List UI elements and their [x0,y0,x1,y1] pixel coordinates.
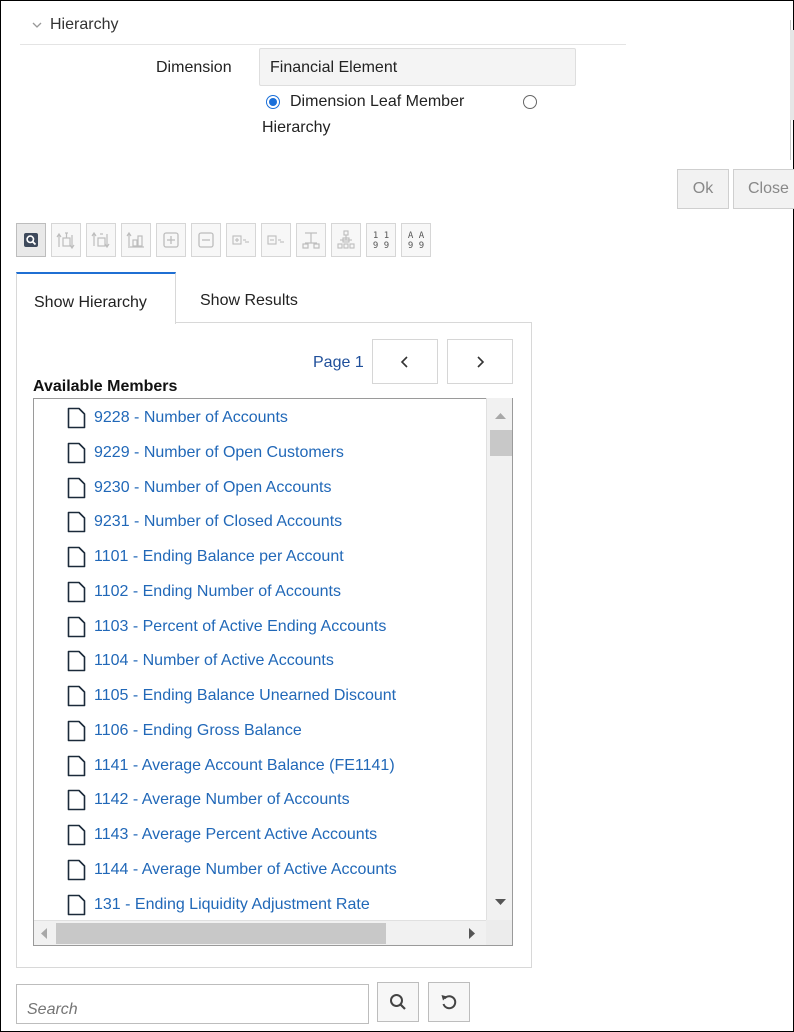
member-list-item[interactable]: 1143 - Average Percent Active Accounts [67,822,377,848]
member-list-item[interactable]: 1104 - Number of Active Accounts [67,648,334,674]
chevron-left-icon [400,355,408,368]
document-icon [67,616,86,637]
member-list-item[interactable]: 9230 - Number of Open Accounts [67,475,331,501]
active-tab-gap [17,321,175,324]
next-page-button[interactable] [447,339,513,384]
radio-leaf-member[interactable] [266,95,280,109]
member-label: 9228 - Number of Accounts [94,409,288,426]
document-icon [67,477,86,498]
member-label: 131 - Ending Liquidity Adjustment Rate [94,895,370,913]
document-icon [67,442,86,464]
member-list-item[interactable]: 1106 - Ending Gross Balance [67,718,302,744]
member-list-item[interactable]: 131 - Ending Liquidity Adjustment Rate [67,892,370,918]
previous-page-button[interactable] [372,339,438,384]
member-label: 1105 - Ending Balance Unearned Discount [94,687,397,704]
search-button[interactable] [377,982,419,1022]
ok-button[interactable]: Ok [677,169,729,209]
tab-show-results[interactable]: Show Results [200,292,298,310]
member-list-item[interactable]: 9228 - Number of Accounts [67,405,288,431]
member-label: 1103 - Percent of Active Ending Accounts [94,617,387,635]
member-list-item[interactable]: 1101 - Ending Balance per Account [67,544,344,570]
member-label: 9230 - Number of Open Accounts [94,478,332,496]
scroll-down-icon[interactable] [495,898,506,906]
close-button[interactable]: Close [733,169,794,209]
horizontal-scroll-thumb[interactable] [56,923,386,944]
available-members-heading: Available Members [33,378,178,395]
member-label: 1144 - Average Number of Active Accounts [94,860,397,878]
scroll-up-icon[interactable] [495,412,506,420]
document-icon [67,511,86,533]
scroll-right-icon[interactable] [468,928,475,939]
sort-alpha-icon[interactable]: A A9 9 [401,223,431,257]
member-list-item[interactable]: 9229 - Number of Open Customers [67,440,344,466]
move-out-icon[interactable] [121,223,151,257]
right-scroll-track[interactable] [790,30,794,120]
show-branch-icon[interactable] [331,223,361,257]
document-icon [67,720,86,742]
member-label: 1142 - Average Number of Accounts [94,791,350,809]
document-icon [67,824,86,846]
reset-icon [441,995,457,1010]
svg-text:9 9: 9 9 [373,241,389,251]
svg-text:A A: A A [408,231,425,241]
document-icon [67,546,86,568]
document-icon [67,650,86,672]
section-title: Hierarchy [50,16,119,33]
member-label: 1104 - Number of Active Accounts [94,652,334,670]
document-icon [67,407,86,429]
reset-button[interactable] [428,982,470,1022]
member-label: 9231 - Number of Closed Accounts [94,513,343,531]
member-list-item[interactable]: 1142 - Average Number of Accounts [67,787,350,813]
member-label: 1101 - Ending Balance per Account [94,548,344,565]
expand-icon[interactable] [156,223,186,257]
chevron-right-icon [477,355,485,368]
document-icon [67,894,86,915]
member-label: 1106 - Ending Gross Balance [94,721,302,739]
sort-numeric-icon[interactable]: 1 19 9 [366,223,396,257]
document-icon [67,789,86,811]
chevron-down-icon [32,22,42,28]
document-icon [67,755,86,776]
radio-hierarchy[interactable] [523,95,537,109]
horizontal-scrollbar[interactable] [34,920,486,945]
member-label: 1102 - Ending Number of Accounts [94,582,341,600]
vertical-scrollbar[interactable] [486,398,512,920]
search-view-icon[interactable] [16,223,46,257]
tab-show-hierarchy[interactable]: Show Hierarchy [16,272,176,324]
move-in-icon[interactable] [86,223,116,257]
scroll-left-icon[interactable] [41,928,48,939]
collapse-branch-icon[interactable] [261,223,291,257]
radio-hierarchy-label: Hierarchy [262,119,331,136]
member-label: 1141 - Average Account Balance (FE1141) [94,756,395,774]
search-icon [390,994,406,1010]
move-up-icon[interactable] [51,223,81,257]
collapse-icon[interactable] [191,223,221,257]
member-list-item[interactable]: 1105 - Ending Balance Unearned Discount [67,683,396,709]
member-list-item[interactable]: 9231 - Number of Closed Accounts [67,509,342,535]
member-list-item[interactable]: 1103 - Percent of Active Ending Accounts [67,614,386,640]
hierarchy-section-header[interactable]: Hierarchy [32,16,118,34]
show-top-icon[interactable] [296,223,326,257]
member-label: 1143 - Average Percent Active Accounts [94,826,378,843]
dimension-field[interactable]: Financial Element [259,48,576,86]
member-label: 9229 - Number of Open Customers [94,443,344,461]
search-input[interactable] [16,984,369,1024]
svg-text:1 1: 1 1 [373,231,389,241]
document-icon [67,581,86,603]
member-list-item[interactable]: 1102 - Ending Number of Accounts [67,579,341,605]
vertical-scroll-thumb[interactable] [490,430,512,456]
scrollbar-corner [486,920,512,945]
member-list-item[interactable]: 1144 - Average Number of Active Accounts [67,857,397,883]
svg-text:9 9: 9 9 [408,241,424,251]
section-divider [20,44,626,45]
dimension-label: Dimension [156,59,232,76]
page-label: Page 1 [313,354,364,371]
document-icon [67,859,86,881]
radio-leaf-member-label: Dimension Leaf Member [290,93,465,110]
document-icon [67,685,86,707]
member-list-item[interactable]: 1141 - Average Account Balance (FE1141) [67,753,395,779]
expand-branch-icon[interactable] [226,223,256,257]
hierarchy-toolbar: 1 19 9 A A9 9 [16,223,431,257]
